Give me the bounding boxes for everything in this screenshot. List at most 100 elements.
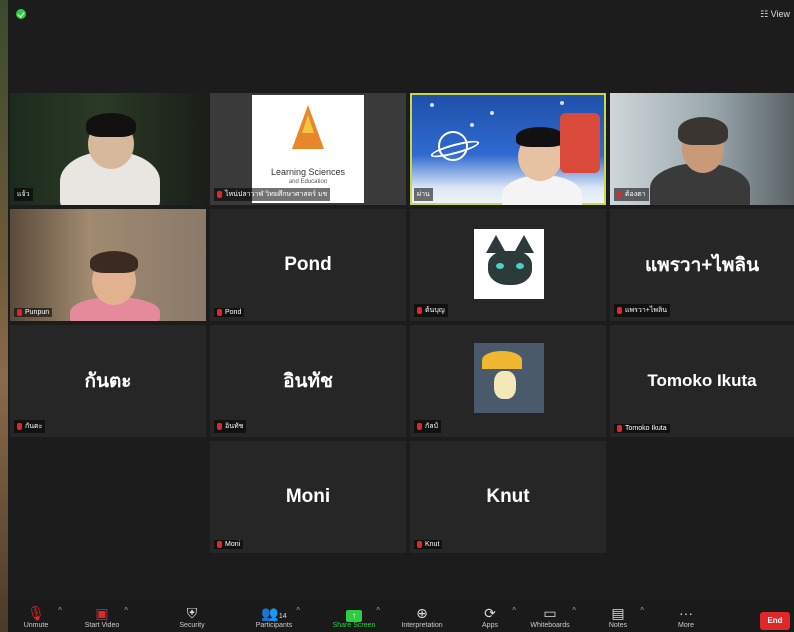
participant-hair [516, 127, 564, 147]
video-off-icon: ▣ [95, 605, 109, 621]
share-screen-icon: ↑ [346, 604, 362, 622]
participant-tile-active-speaker[interactable]: ผ่าน [410, 93, 606, 205]
chevron-up-icon[interactable]: ^ [296, 606, 300, 615]
mic-muted-icon [217, 191, 222, 198]
participant-tile[interactable]: Pond Pond [210, 209, 406, 321]
name-tag-label: กัลป์ [425, 423, 438, 430]
chevron-up-icon[interactable]: ^ [512, 606, 516, 615]
participant-tile[interactable]: กัลป์ [410, 325, 606, 437]
mic-muted-icon [217, 309, 222, 316]
participant-tile[interactable]: Learning Sciences and Education ไหน่ปลาว… [210, 93, 406, 205]
name-tag: Knut [414, 540, 443, 549]
chevron-up-icon[interactable]: ^ [124, 606, 128, 615]
mic-muted-icon [17, 309, 22, 316]
name-tag: Moni [214, 540, 244, 549]
chevron-up-icon[interactable]: ^ [376, 606, 380, 615]
cat-face-icon [488, 251, 532, 285]
mic-muted-icon [217, 541, 222, 548]
mic-muted-icon [617, 307, 622, 314]
name-tag: กันตะ [14, 420, 46, 433]
chevron-up-icon[interactable]: ^ [58, 606, 62, 615]
security-label: Security [179, 622, 205, 629]
participant-tile[interactable]: อินทัช อินทัช [210, 325, 406, 437]
name-tag-label: ต้องตา [625, 191, 646, 198]
name-tag: อินทัช [214, 420, 247, 433]
mic-muted-icon [417, 541, 422, 548]
start-video-button[interactable]: ▣ Start Video ^ [74, 604, 130, 629]
name-tag: ต้องตา [614, 188, 649, 201]
security-button[interactable]: ⛨ Security [164, 604, 220, 629]
chevron-up-icon[interactable]: ^ [572, 606, 576, 615]
mic-muted-icon [17, 423, 22, 430]
participant-name: Pond [284, 254, 332, 275]
notes-icon: ▤ [611, 605, 625, 621]
notes-label: Notes [608, 622, 628, 629]
whiteboards-button[interactable]: ▭ Whiteboards ^ [522, 604, 578, 629]
snowflake-icon [490, 111, 494, 115]
umbrella-avatar-image [474, 343, 544, 413]
name-tag: ต้นบุญ [414, 304, 448, 317]
microphone-muted-icon: 🎙 [27, 605, 45, 621]
name-tag: Tomoko Ikuta [614, 424, 670, 433]
character-body-icon [494, 371, 516, 399]
participant-tile[interactable]: แจ้ว [10, 93, 206, 205]
participant-tile[interactable]: Moni Moni [210, 441, 406, 553]
view-label: View [770, 9, 790, 19]
top-bar: ☷ View [8, 0, 794, 28]
participant-tile[interactable]: Knut Knut [410, 441, 606, 553]
unmute-label: Unmute [23, 622, 49, 629]
participant-name: Tomoko Ikuta [647, 371, 757, 390]
whiteboard-icon: ▭ [543, 605, 557, 621]
view-button[interactable]: ☷ View [760, 9, 790, 20]
umbrella-icon [482, 351, 522, 369]
participant-hair [90, 251, 138, 273]
name-tag: แพรวา+ไพลิน [614, 304, 671, 317]
snowflake-icon [560, 101, 564, 105]
mic-muted-icon [617, 191, 622, 198]
name-tag-label: แจ้ว [17, 191, 30, 198]
learning-sciences-logo: Learning Sciences and Education [252, 95, 364, 203]
participant-tile[interactable]: กันตะ กันตะ [10, 325, 206, 437]
share-screen-button[interactable]: ↑ Share Screen ^ [326, 604, 382, 629]
participant-name: Knut [486, 486, 530, 507]
mic-muted-icon [417, 423, 422, 430]
name-tag-label: ไหน่ปลาวาฬ วิทยศึกษาศาสตร์ มช [225, 191, 328, 198]
interpretation-button[interactable]: ⊕ Interpretation [394, 604, 450, 629]
meeting-toolbar: 🎙 Unmute ^ ▣ Start Video ^ ⛨ Security 👥1… [8, 600, 794, 632]
apps-button[interactable]: ⟳ Apps ^ [462, 604, 518, 629]
end-meeting-button[interactable]: End [760, 612, 790, 630]
name-tag-label: Moni [225, 541, 241, 548]
participant-name: แพรวา+ไพลิน [644, 255, 760, 276]
participants-count: 14 [278, 613, 287, 620]
globe-icon: ⊕ [416, 605, 428, 621]
more-button[interactable]: ··· More [658, 604, 714, 629]
zoom-meeting-window: ☷ View แจ้ว Learning Sciences and Educat… [8, 0, 794, 632]
participant-tile[interactable]: Tomoko Ikuta Tomoko Ikuta [610, 325, 794, 437]
participant-tile[interactable]: ต้องตา [610, 93, 794, 205]
shield-icon: ⛨ [186, 605, 198, 621]
name-tag-label: แพรวา+ไพลิน [625, 307, 668, 314]
participant-tile[interactable]: Punpun [10, 209, 206, 321]
security-shield-icon[interactable] [16, 9, 26, 19]
more-dots-icon: ··· [679, 605, 693, 621]
participants-button[interactable]: 👥14 Participants ^ [246, 604, 302, 629]
chevron-up-icon[interactable]: ^ [640, 606, 644, 615]
cat-eye-icon [516, 263, 524, 269]
name-tag: Punpun [14, 308, 53, 317]
notes-button[interactable]: ▤ Notes ^ [590, 604, 646, 629]
name-tag: แจ้ว [14, 188, 33, 201]
logo-text-line2: and Education [288, 179, 328, 185]
participant-hair [86, 113, 136, 137]
whiteboards-label: Whiteboards [530, 622, 570, 629]
participant-tile[interactable]: ต้นบุญ [410, 209, 606, 321]
participants-label: Participants [255, 622, 293, 629]
more-label: More [678, 622, 694, 629]
apps-label: Apps [482, 622, 498, 629]
unmute-button[interactable]: 🎙 Unmute ^ [8, 604, 64, 629]
share-screen-label: Share Screen [332, 622, 376, 629]
snowflake-icon [470, 123, 474, 127]
mic-muted-icon [617, 425, 622, 432]
name-tag: ผ่าน [414, 188, 433, 201]
participant-tile[interactable]: แพรวา+ไพลิน แพรวา+ไพลิน [610, 209, 794, 321]
name-tag: กัลป์ [414, 420, 441, 433]
